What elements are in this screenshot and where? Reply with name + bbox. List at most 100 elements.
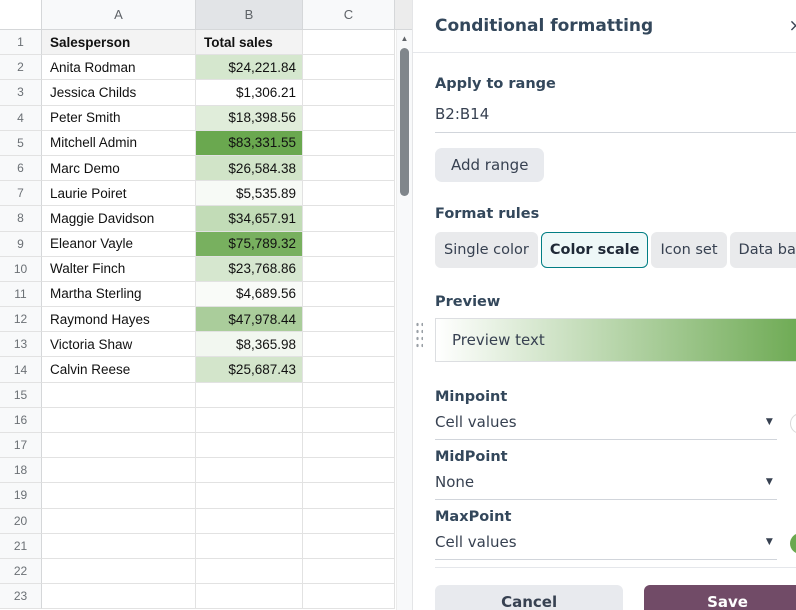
cell[interactable]: $83,331.55 xyxy=(196,131,303,156)
row-header[interactable]: 15 xyxy=(0,383,42,408)
row-header[interactable]: 16 xyxy=(0,408,42,433)
cell[interactable] xyxy=(196,433,303,458)
cell[interactable] xyxy=(303,55,395,80)
scrollbar-thumb[interactable] xyxy=(400,48,409,196)
column-header-a[interactable]: A xyxy=(42,0,196,30)
cell[interactable] xyxy=(196,483,303,508)
row-header[interactable]: 5 xyxy=(0,131,42,156)
cell[interactable] xyxy=(303,357,395,382)
cell[interactable] xyxy=(196,534,303,559)
row-header[interactable]: 11 xyxy=(0,282,42,307)
maxpoint-dropdown[interactable]: Cell values ▼ xyxy=(435,533,777,560)
cell[interactable] xyxy=(303,30,395,55)
close-icon[interactable]: × xyxy=(781,16,796,37)
cell[interactable]: Mitchell Admin xyxy=(42,131,196,156)
cell[interactable]: $75,789.32 xyxy=(196,232,303,257)
cell[interactable]: Jessica Childs xyxy=(42,80,196,105)
row-header[interactable]: 18 xyxy=(0,458,42,483)
cell[interactable] xyxy=(303,433,395,458)
cell[interactable] xyxy=(303,332,395,357)
cell[interactable] xyxy=(303,483,395,508)
cell[interactable]: $18,398.56 xyxy=(196,106,303,131)
cell[interactable] xyxy=(303,383,395,408)
tab-data-bar[interactable]: Data bar xyxy=(730,232,796,268)
cell[interactable] xyxy=(42,584,196,609)
cell[interactable]: $4,689.56 xyxy=(196,282,303,307)
vertical-scrollbar[interactable]: ▲ xyxy=(396,30,412,610)
cell[interactable] xyxy=(42,534,196,559)
cell[interactable]: $47,978.44 xyxy=(196,307,303,332)
cell[interactable] xyxy=(303,181,395,206)
row-header[interactable]: 1 xyxy=(0,30,42,55)
cell[interactable]: Eleanor Vayle xyxy=(42,232,196,257)
cell[interactable] xyxy=(42,408,196,433)
cell[interactable] xyxy=(42,433,196,458)
cell[interactable] xyxy=(303,584,395,609)
cell[interactable] xyxy=(303,232,395,257)
tab-color-scale[interactable]: Color scale xyxy=(541,232,649,268)
cell[interactable]: $25,687.43 xyxy=(196,357,303,382)
cell[interactable]: Marc Demo xyxy=(42,156,196,181)
tab-single-color[interactable]: Single color xyxy=(435,232,538,268)
cell[interactable] xyxy=(303,282,395,307)
cell[interactable] xyxy=(42,383,196,408)
row-header[interactable]: 4 xyxy=(0,106,42,131)
row-header[interactable]: 6 xyxy=(0,156,42,181)
column-header-c[interactable]: C xyxy=(303,0,395,30)
row-header[interactable]: 2 xyxy=(0,55,42,80)
cell[interactable]: $24,221.84 xyxy=(196,55,303,80)
cell[interactable] xyxy=(303,509,395,534)
cell[interactable] xyxy=(303,156,395,181)
row-header[interactable]: 21 xyxy=(0,534,42,559)
cell[interactable] xyxy=(196,584,303,609)
minpoint-color-swatch[interactable] xyxy=(790,413,796,434)
cell[interactable] xyxy=(42,483,196,508)
scroll-up-icon[interactable]: ▲ xyxy=(397,30,412,46)
row-header[interactable]: 9 xyxy=(0,232,42,257)
cell[interactable] xyxy=(303,408,395,433)
cell[interactable] xyxy=(42,509,196,534)
column-header-b[interactable]: B xyxy=(196,0,303,30)
cell[interactable] xyxy=(303,458,395,483)
cell[interactable]: $34,657.91 xyxy=(196,206,303,231)
row-header[interactable]: 13 xyxy=(0,332,42,357)
minpoint-dropdown[interactable]: Cell values ▼ xyxy=(435,413,777,440)
select-all-corner[interactable] xyxy=(0,0,42,30)
row-header[interactable]: 12 xyxy=(0,307,42,332)
midpoint-dropdown[interactable]: None ▼ xyxy=(435,473,777,500)
row-header[interactable]: 3 xyxy=(0,80,42,105)
cell[interactable]: Raymond Hayes xyxy=(42,307,196,332)
cell[interactable] xyxy=(303,106,395,131)
cell[interactable] xyxy=(303,206,395,231)
cell[interactable] xyxy=(303,131,395,156)
cell[interactable] xyxy=(196,383,303,408)
cell[interactable]: Maggie Davidson xyxy=(42,206,196,231)
maxpoint-color-swatch[interactable] xyxy=(790,533,796,554)
cell[interactable] xyxy=(303,534,395,559)
tab-icon-set[interactable]: Icon set xyxy=(651,232,726,268)
range-input[interactable]: B2:B14 xyxy=(435,105,796,133)
drag-handle-icon[interactable] xyxy=(415,321,423,348)
cell[interactable] xyxy=(42,458,196,483)
cell[interactable]: Victoria Shaw xyxy=(42,332,196,357)
row-header[interactable]: 14 xyxy=(0,357,42,382)
cell[interactable] xyxy=(196,559,303,584)
cell[interactable]: Peter Smith xyxy=(42,106,196,131)
cell[interactable]: $23,768.86 xyxy=(196,257,303,282)
cancel-button[interactable]: Cancel xyxy=(435,585,623,610)
add-range-button[interactable]: Add range xyxy=(435,148,544,182)
cell[interactable] xyxy=(303,559,395,584)
cell[interactable]: $5,535.89 xyxy=(196,181,303,206)
row-header[interactable]: 7 xyxy=(0,181,42,206)
cell[interactable] xyxy=(303,307,395,332)
row-header[interactable]: 22 xyxy=(0,559,42,584)
cell[interactable]: $26,584.38 xyxy=(196,156,303,181)
cell[interactable]: Laurie Poiret xyxy=(42,181,196,206)
row-header[interactable]: 8 xyxy=(0,206,42,231)
cell[interactable]: $1,306.21 xyxy=(196,80,303,105)
row-header[interactable]: 23 xyxy=(0,584,42,609)
row-header[interactable]: 17 xyxy=(0,433,42,458)
cell[interactable]: Anita Rodman xyxy=(42,55,196,80)
cell[interactable]: Salesperson xyxy=(42,30,196,55)
save-button[interactable]: Save xyxy=(644,585,796,610)
